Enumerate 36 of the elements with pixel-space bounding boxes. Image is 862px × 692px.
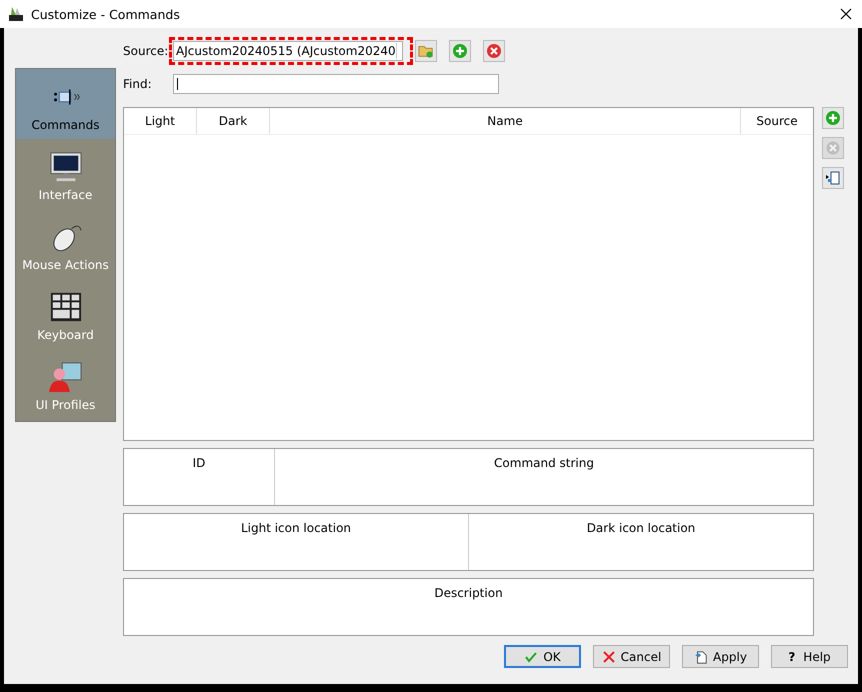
cancel-button[interactable]: Cancel [593,645,670,668]
window-title: Customize - Commands [31,6,181,22]
source-label: Source: [123,44,167,58]
add-icon [825,110,841,126]
copy-icon [825,170,841,186]
copy-row-button[interactable] [822,167,844,189]
apply-button[interactable]: Apply [682,645,759,668]
add-row-button[interactable] [822,107,844,129]
find-label: Find: [123,77,153,91]
add-button[interactable] [449,40,471,62]
cross-icon [602,650,616,664]
field-label: Light icon location [240,521,352,537]
open-folder-button[interactable] [415,40,437,62]
field-label: Dark icon location [586,521,696,537]
column-header[interactable]: Name [270,108,741,134]
help-button[interactable]: ? Help [771,645,848,668]
column-header[interactable]: Source [741,108,813,134]
delete-button[interactable] [483,40,505,62]
folder-icon [418,43,434,59]
field-label: Command string [494,456,594,472]
column-header[interactable]: Light [124,108,197,134]
source-dropdown[interactable]: AJcustom20240515 (AJcustom20240 [173,41,403,61]
sidebar-item[interactable]: Commands [16,69,115,139]
column-header[interactable]: Dark [197,108,270,134]
delete-icon [486,43,502,59]
close-icon[interactable] [840,8,852,20]
check-icon [524,650,538,664]
find-field[interactable] [173,74,499,94]
field-label: Description [434,586,503,602]
remove-icon [825,140,841,156]
ok-button[interactable]: OK [504,645,581,668]
field-label: ID [192,456,206,472]
add-icon [452,43,468,59]
document-icon [694,650,708,664]
app-icon [8,6,24,22]
user-computer-icon [46,361,84,393]
